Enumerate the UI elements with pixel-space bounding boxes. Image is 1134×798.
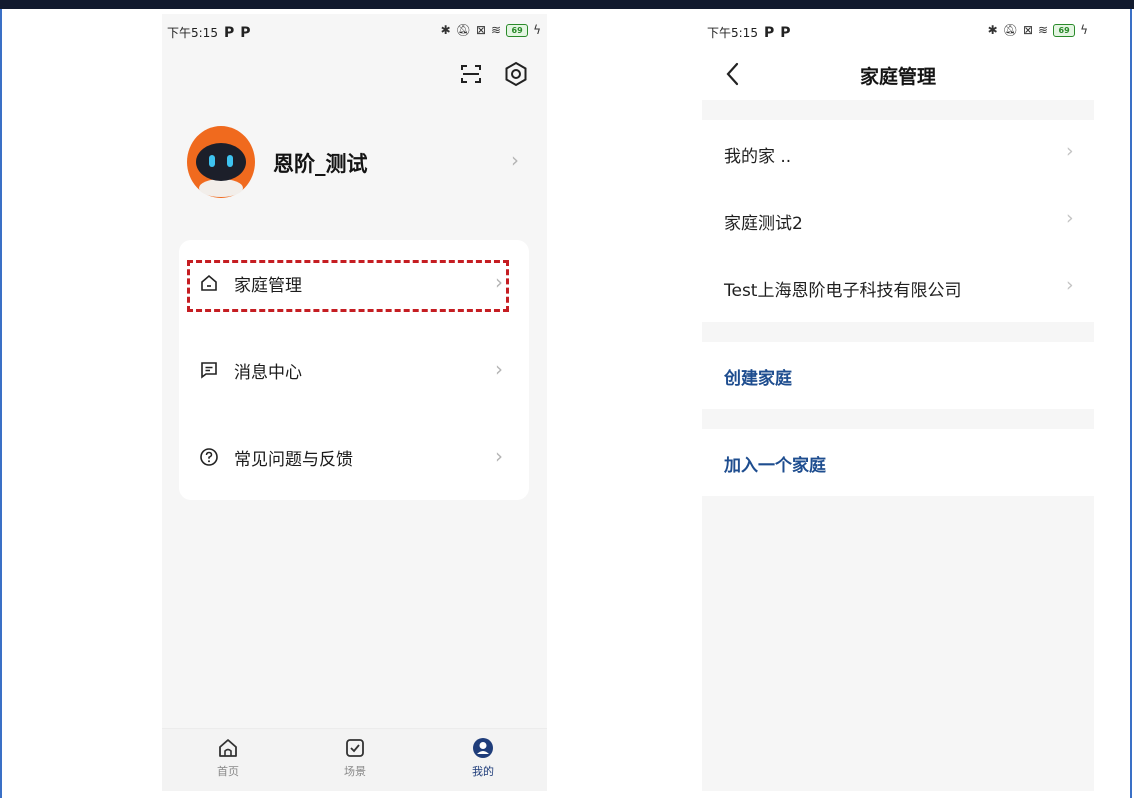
help-circle-icon — [200, 448, 218, 466]
frame-right-border — [1130, 9, 1132, 798]
status-bar: 下午5:15 P P ✱ 🔕︎ ⊠ ≋ 69 ϟ — [702, 14, 1094, 50]
settings-icon[interactable] — [503, 61, 529, 87]
nav-header: 家庭管理 — [702, 50, 1094, 100]
scene-check-icon — [346, 739, 364, 757]
tab-label: 首页 — [217, 765, 239, 778]
family-item[interactable]: Test上海恩阶电子科技有限公司 › — [702, 254, 1094, 321]
menu-item-label: 消息中心 — [234, 363, 302, 383]
menu-item-message-center[interactable]: 消息中心 › — [179, 327, 529, 413]
chevron-right-icon: › — [1066, 274, 1074, 296]
sim-icon: ⊠ — [475, 23, 487, 37]
profile-icon — [473, 738, 493, 758]
family-name: 我的家 .. — [724, 147, 792, 167]
wifi-icon: ≋ — [1038, 23, 1049, 37]
tab-scene[interactable]: 场景 — [315, 737, 395, 779]
status-time: 下午5:15 P P — [167, 25, 251, 41]
join-family-label: 加入一个家庭 — [724, 456, 826, 476]
chevron-right-icon: › — [495, 357, 503, 381]
battery-icon: 69 — [1053, 23, 1076, 37]
bottom-tab-bar: 首页 场景 我的 — [162, 728, 547, 791]
user-name: 恩阶_测试 — [273, 152, 368, 176]
status-icons: ✱ 🔕︎ ⊠ ≋ 69 ϟ — [988, 23, 1088, 37]
menu-item-family-management[interactable]: 家庭管理 › — [179, 240, 529, 326]
family-management-screen: 下午5:15 P P ✱ 🔕︎ ⊠ ≋ 69 ϟ 家庭管理 我的家 .. › 家庭测… — [702, 14, 1094, 791]
top-border — [0, 0, 1134, 9]
bluetooth-icon: ✱ — [987, 23, 998, 37]
page-title: 家庭管理 — [859, 66, 936, 88]
menu-item-label: 常见问题与反馈 — [234, 450, 353, 470]
back-arrow-icon[interactable] — [722, 60, 744, 88]
family-name: Test上海恩阶电子科技有限公司 — [724, 281, 962, 301]
mute-bell-icon: 🔕︎ — [1002, 23, 1018, 37]
family-item[interactable]: 家庭测试2 › — [702, 187, 1094, 254]
create-family-label: 创建家庭 — [724, 369, 792, 389]
status-icons: ✱ 🔕︎ ⊠ ≋ 69 ϟ — [441, 23, 541, 37]
bluetooth-icon: ✱ — [440, 23, 451, 37]
tab-home[interactable]: 首页 — [188, 737, 268, 779]
wifi-icon: ≋ — [491, 23, 502, 37]
battery-icon: 69 — [506, 23, 529, 37]
charging-icon: ϟ — [533, 23, 541, 37]
tab-label: 我的 — [472, 765, 494, 778]
menu-card: 家庭管理 › 消息中心 › 常见问题与反馈 › — [179, 240, 529, 500]
chevron-right-icon: › — [495, 444, 503, 468]
profile-row[interactable]: 恩阶_测试 › — [162, 114, 547, 209]
profile-screen: 下午5:15 P P ✱ 🔕︎ ⊠ ≋ 69 ϟ 恩阶_测试 › 家庭管理 › … — [162, 14, 547, 791]
menu-item-faq-feedback[interactable]: 常见问题与反馈 › — [179, 414, 529, 500]
scan-icon[interactable] — [459, 62, 483, 86]
mute-bell-icon: 🔕︎ — [455, 23, 471, 37]
family-item[interactable]: 我的家 .. › — [702, 120, 1094, 187]
sim-icon: ⊠ — [1022, 23, 1034, 37]
status-bar: 下午5:15 P P ✱ 🔕︎ ⊠ ≋ 69 ϟ — [162, 14, 547, 50]
create-family-button[interactable]: 创建家庭 — [702, 342, 1094, 409]
message-icon — [201, 362, 217, 379]
charging-icon: ϟ — [1080, 23, 1088, 37]
join-family-button[interactable]: 加入一个家庭 — [702, 429, 1094, 496]
home-outline-icon — [201, 274, 217, 291]
family-list: 我的家 .. › 家庭测试2 › Test上海恩阶电子科技有限公司 › — [702, 120, 1094, 322]
tab-label: 场景 — [344, 765, 366, 778]
tab-mine[interactable]: 我的 — [443, 737, 523, 779]
frame-left-border — [0, 9, 2, 798]
avatar — [187, 126, 255, 198]
chevron-right-icon: › — [1066, 207, 1074, 229]
family-name: 家庭测试2 — [724, 214, 803, 234]
chevron-right-icon: › — [1066, 140, 1074, 162]
status-time: 下午5:15 P P — [707, 25, 791, 41]
chevron-right-icon: › — [495, 270, 503, 294]
home-icon — [219, 739, 237, 757]
chevron-right-icon: › — [511, 148, 519, 172]
menu-item-label: 家庭管理 — [234, 276, 302, 296]
